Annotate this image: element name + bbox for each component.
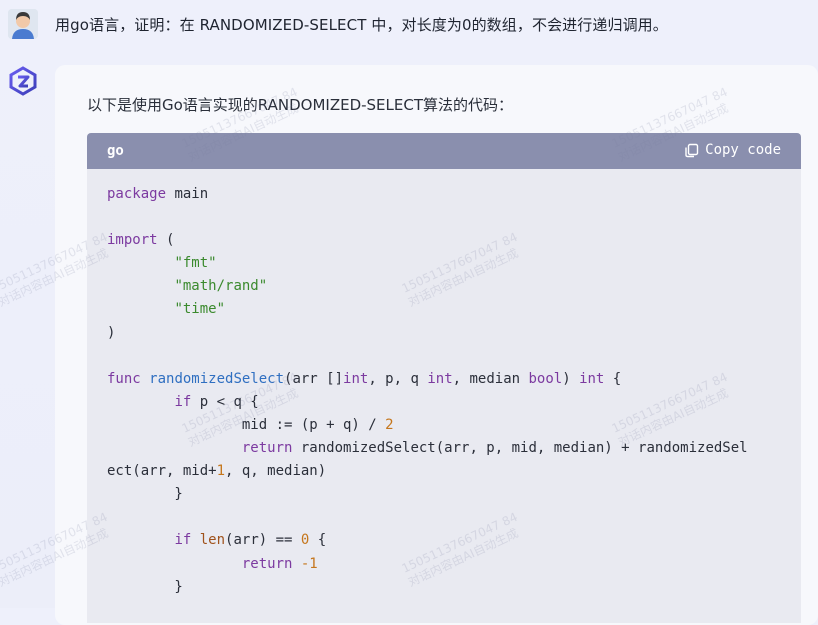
code-line: mid := (p + q) / 2 <box>107 416 394 433</box>
code-line: "time" <box>174 301 226 318</box>
user-message-row: 用go语言，证明：在 RANDOMIZED-SELECT 中，对长度为0的数组，… <box>0 0 818 60</box>
code-line: return randomizedSelect(arr, p, mid, med… <box>241 440 748 457</box>
code-block-header: go Copy code <box>87 133 801 169</box>
code-line: package main <box>107 186 209 202</box>
code-line: } <box>107 486 183 503</box>
code-line: "math/rand" <box>174 278 268 295</box>
code-line: ) <box>107 324 116 341</box>
user-message-text: 用go语言，证明：在 RANDOMIZED-SELECT 中，对长度为0的数组，… <box>55 16 668 34</box>
code-line: import ( <box>107 232 175 249</box>
code-language-label: go <box>107 143 124 159</box>
copy-icon <box>684 143 699 158</box>
copy-code-label: Copy code <box>705 142 781 158</box>
copy-code-button[interactable]: Copy code <box>684 142 781 158</box>
user-avatar-icon <box>8 9 38 39</box>
code-line: "fmt" <box>174 255 217 272</box>
code-line: ect(arr, mid+1, q, median) <box>107 463 327 480</box>
assistant-logo-icon <box>8 66 38 96</box>
code-line: if len(arr) == 0 { <box>174 532 327 549</box>
code-line: return -1 <box>241 555 318 572</box>
code-block: go Copy code package main import ( "fmt"… <box>87 133 801 623</box>
code-block-body: package main import ( "fmt" "math/rand" … <box>87 169 801 623</box>
code-line: } <box>107 578 183 595</box>
code-line: if p < q { <box>174 393 259 410</box>
answer-intro-text: 以下是使用Go语言实现的RANDOMIZED-SELECT算法的代码： <box>87 96 514 114</box>
code-line: func randomizedSelect(arr []int, p, q in… <box>107 370 622 387</box>
code-content: package main import ( "fmt" "math/rand" … <box>87 169 801 599</box>
